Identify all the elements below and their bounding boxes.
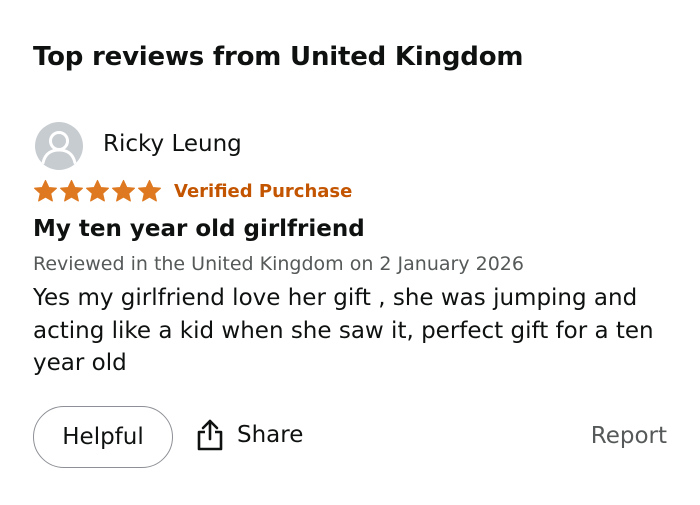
share-button[interactable]: Share — [195, 418, 303, 452]
share-label: Share — [237, 422, 304, 448]
helpful-button[interactable]: Helpful — [33, 406, 173, 468]
star-icon — [112, 179, 135, 202]
review-body: Yes my girlfriend love her gift , she wa… — [33, 285, 654, 376]
star-icon — [138, 179, 161, 202]
review-date: Reviewed in the United Kingdom on 2 Janu… — [33, 253, 524, 275]
reviewer-name[interactable]: Ricky Leung — [103, 131, 242, 157]
avatar[interactable] — [35, 122, 83, 170]
user-silhouette-icon — [41, 131, 77, 165]
report-link[interactable]: Report — [591, 423, 667, 449]
share-icon — [197, 419, 223, 451]
rating-row: Verified Purchase — [33, 179, 352, 203]
section-title: Top reviews from United Kingdom — [33, 42, 524, 72]
reviewer-profile[interactable]: Ricky Leung — [35, 122, 242, 170]
star-icon — [86, 179, 109, 202]
verified-purchase-badge: Verified Purchase — [174, 180, 353, 202]
star-icon — [60, 179, 83, 202]
star-rating[interactable] — [33, 179, 163, 203]
review-title[interactable]: My ten year old girlfriend — [33, 216, 365, 242]
star-icon — [34, 179, 57, 202]
